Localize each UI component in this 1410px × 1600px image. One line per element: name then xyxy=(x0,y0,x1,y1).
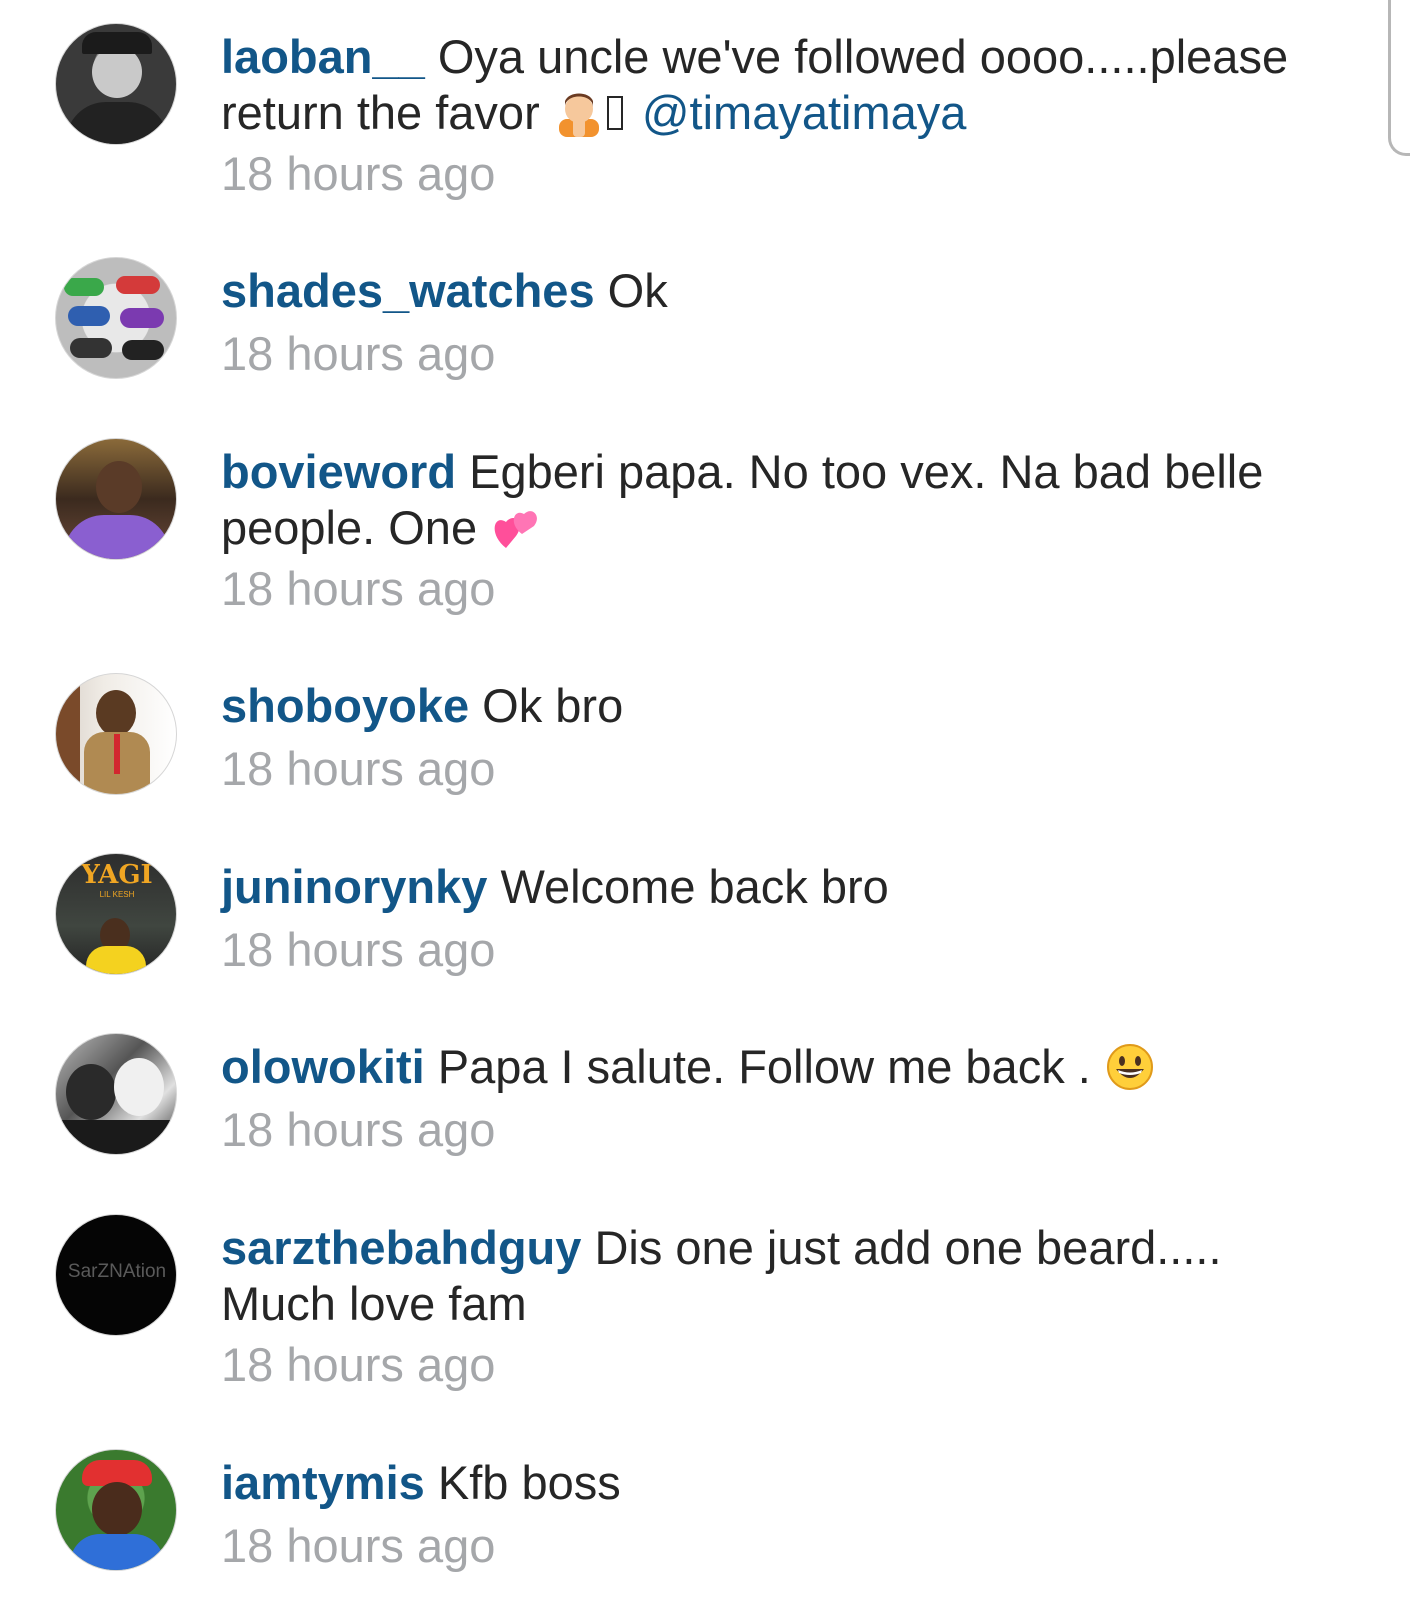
timestamp: 18 hours ago xyxy=(221,1103,496,1156)
scroll-edge[interactable] xyxy=(1388,0,1410,156)
avatar[interactable] xyxy=(55,673,177,795)
timestamp: 18 hours ago xyxy=(221,562,496,615)
username-link[interactable]: shoboyoke xyxy=(221,679,469,732)
two-hearts-emoji xyxy=(492,504,540,552)
timestamp: 18 hours ago xyxy=(221,742,496,795)
username-link[interactable]: juninorynky xyxy=(221,860,487,913)
username-link[interactable]: iamtymis xyxy=(221,1456,425,1509)
comment-text-block: laoban__ Oya uncle we've followed oooo..… xyxy=(221,29,1331,141)
mention-link[interactable]: @timayatimaya xyxy=(642,86,967,139)
grinning-face-emoji xyxy=(1106,1043,1154,1091)
comments-screen: laoban__ Oya uncle we've followed oooo..… xyxy=(0,0,1410,1600)
comment-text-block: shades_watches Ok xyxy=(221,263,1331,319)
comment-text: Welcome back bro xyxy=(500,860,889,913)
comment-text-block: sarzthebahdguy Dis one just add one bear… xyxy=(221,1220,1331,1332)
timestamp: 18 hours ago xyxy=(221,327,496,380)
avatar[interactable] xyxy=(55,438,177,560)
avatar-logo-text: SarZNAtion xyxy=(67,1261,167,1282)
avatar[interactable] xyxy=(55,1033,177,1155)
avatar-title-text: YAGI xyxy=(81,860,153,890)
timestamp: 18 hours ago xyxy=(221,923,496,976)
comment-text: Ok xyxy=(607,264,668,317)
comment-text-block: bovieword Egberi papa. No too vex. Na ba… xyxy=(221,444,1331,556)
username-link[interactable]: shades_watches xyxy=(221,264,595,317)
avatar-subtitle-text: LIL KESH xyxy=(99,890,135,899)
comment-text-block: iamtymis Kfb boss xyxy=(221,1455,1331,1511)
avatar[interactable] xyxy=(55,23,177,145)
timestamp: 18 hours ago xyxy=(221,1338,496,1391)
missing-glyph-icon xyxy=(606,95,623,130)
username-link[interactable]: sarzthebahdguy xyxy=(221,1221,581,1274)
username-link[interactable]: bovieword xyxy=(221,445,456,498)
avatar[interactable] xyxy=(55,257,177,379)
avatar[interactable]: SarZNAtion xyxy=(55,1214,177,1336)
timestamp: 18 hours ago xyxy=(221,147,496,200)
comment-text: Kfb boss xyxy=(437,1456,621,1509)
username-link[interactable]: olowokiti xyxy=(221,1040,425,1093)
comment-text: Ok bro xyxy=(482,679,624,732)
person-bowing-emoji xyxy=(555,89,603,137)
comment-text: Papa I salute. Follow me back . xyxy=(437,1040,1091,1093)
comment-text-block: juninorynky Welcome back bro xyxy=(221,859,1331,915)
timestamp: 18 hours ago xyxy=(221,1519,496,1572)
avatar[interactable] xyxy=(55,1449,177,1571)
comment-text-block: olowokiti Papa I salute. Follow me back … xyxy=(221,1039,1331,1095)
username-link[interactable]: laoban__ xyxy=(221,30,425,83)
avatar[interactable]: YAGI LIL KESH xyxy=(55,853,177,975)
comment-text-block: shoboyoke Ok bro xyxy=(221,678,1331,734)
